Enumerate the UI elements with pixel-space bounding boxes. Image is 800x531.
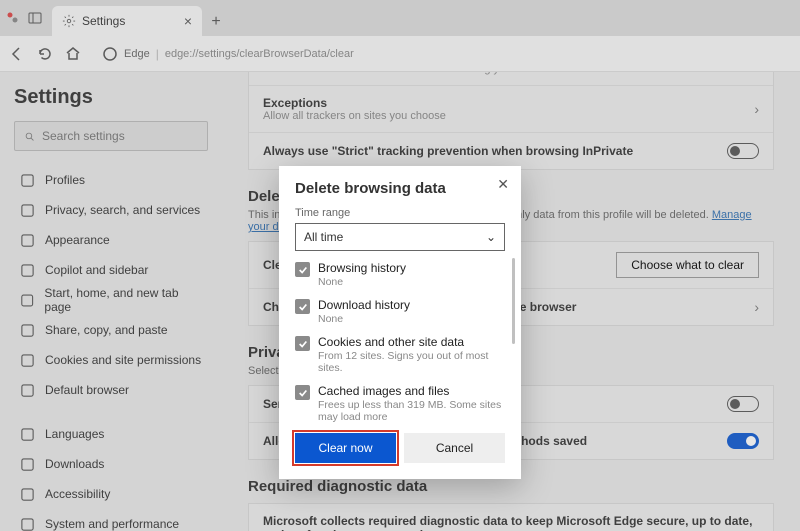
close-icon[interactable]: ✕ <box>497 176 509 193</box>
chevron-down-icon: ⌄ <box>486 230 496 244</box>
clear-data-dialog: ✕ Delete browsing data Time range All ti… <box>279 166 521 479</box>
cancel-button[interactable]: Cancel <box>404 433 505 463</box>
dialog-title: Delete browsing data <box>295 180 505 197</box>
checkbox-list: Browsing historyNone Download historyNone… <box>295 261 505 423</box>
time-range-label: Time range <box>295 207 505 219</box>
checkbox-row[interactable]: Download historyNone <box>295 298 505 325</box>
checkbox[interactable] <box>295 262 310 277</box>
checkbox[interactable] <box>295 385 310 400</box>
dialog-actions: Clear now Cancel <box>295 433 505 463</box>
checkbox[interactable] <box>295 336 310 351</box>
checkbox-row[interactable]: Cached images and filesFrees up less tha… <box>295 384 505 423</box>
time-range-select[interactable]: All time ⌄ <box>295 223 505 251</box>
clear-now-button[interactable]: Clear now <box>295 433 396 463</box>
checkbox-row[interactable]: Browsing historyNone <box>295 261 505 288</box>
modal-overlay: ✕ Delete browsing data Time range All ti… <box>0 0 800 531</box>
checkbox-row[interactable]: Cookies and other site dataFrom 12 sites… <box>295 335 505 374</box>
checkbox[interactable] <box>295 299 310 314</box>
scrollbar[interactable] <box>512 258 515 344</box>
